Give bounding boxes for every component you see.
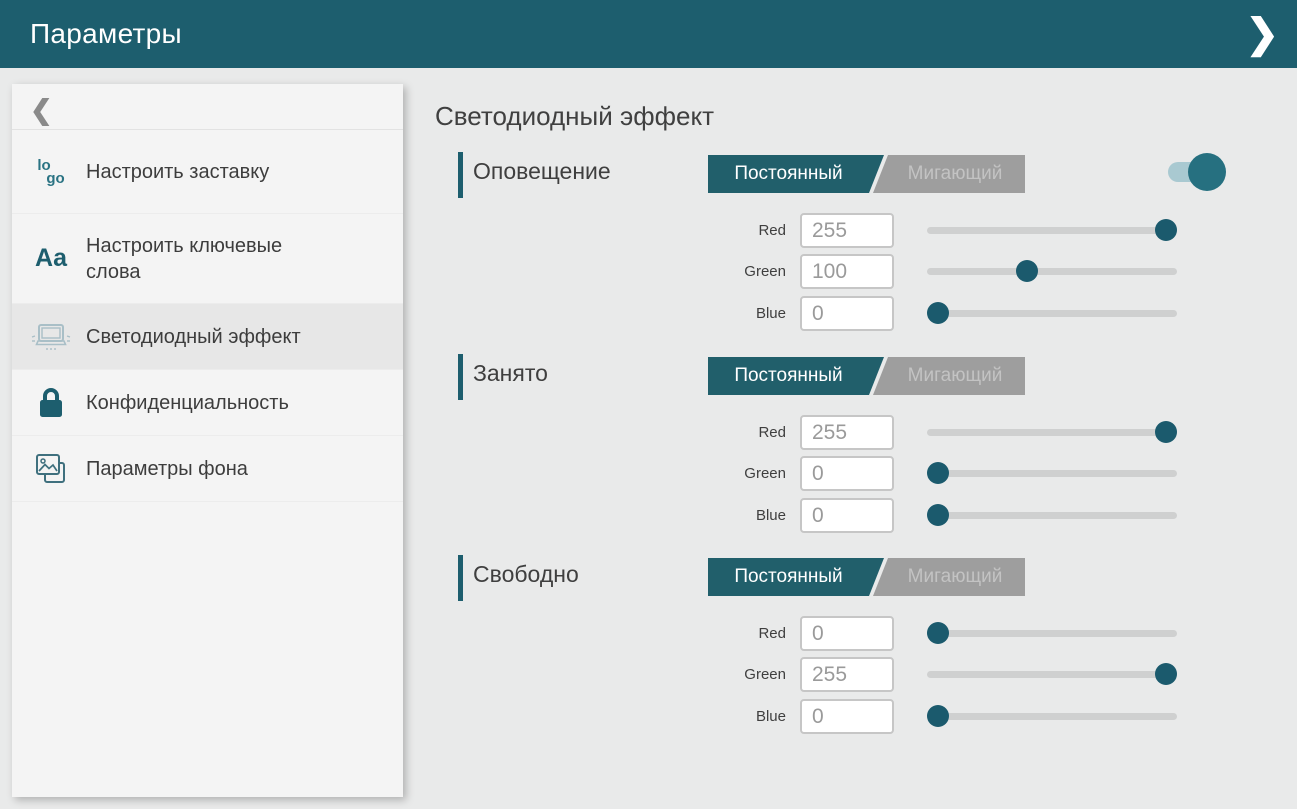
slider-knob[interactable] [927, 302, 949, 324]
green-slider[interactable] [927, 254, 1177, 289]
red-slider[interactable] [927, 213, 1177, 248]
rgb-row-red: Red [708, 213, 1177, 248]
blue-value-input[interactable] [800, 699, 894, 734]
green-slider[interactable] [927, 657, 1177, 692]
blue-label: Blue [708, 507, 800, 524]
sidebar-item-label: Параметры фона [86, 456, 248, 482]
rgb-row-green: Green [708, 657, 1177, 692]
green-slider[interactable] [927, 456, 1177, 491]
section-notification: Оповещение Постоянный Мигающий Red Green… [458, 150, 1228, 350]
sidebar-back-row[interactable]: ❮ [12, 84, 403, 130]
rgb-row-blue: Blue [708, 699, 1177, 734]
blue-label: Blue [708, 708, 800, 725]
led-display-icon [28, 321, 74, 353]
settings-sidebar: ❮ lo go Настроить заставку Aa Настроить … [12, 84, 403, 797]
slider-knob[interactable] [927, 462, 949, 484]
sidebar-item-label: Конфиденциальность [86, 390, 289, 416]
slider-knob[interactable] [927, 504, 949, 526]
red-label: Red [708, 222, 800, 239]
sidebar-item-label: Светодиодный эффект [86, 324, 301, 350]
sidebar-item-label: Настроить ключевые слова [86, 233, 341, 285]
mode-segmented-control: Постоянный Мигающий [708, 357, 1025, 395]
sidebar-item-privacy[interactable]: Конфиденциальность [12, 370, 403, 436]
rgb-row-blue: Blue [708, 296, 1177, 331]
green-label: Green [708, 263, 800, 280]
mode-constant-button[interactable]: Постоянный [708, 357, 884, 395]
section-label: Занято [473, 360, 548, 387]
main-title: Светодиодный эффект [435, 101, 714, 132]
slider-knob[interactable] [927, 622, 949, 644]
red-label: Red [708, 424, 800, 441]
red-label: Red [708, 625, 800, 642]
back-chevron-icon[interactable]: ❮ [30, 95, 53, 126]
section-label: Оповещение [473, 158, 611, 185]
mode-constant-button[interactable]: Постоянный [708, 558, 884, 596]
mode-blinking-button[interactable]: Мигающий [873, 155, 1025, 193]
slider-knob[interactable] [1155, 421, 1177, 443]
section-label: Свободно [473, 561, 579, 588]
sidebar-item-background[interactable]: Параметры фона [12, 436, 403, 502]
slider-track[interactable] [927, 713, 1177, 720]
blue-label: Blue [708, 305, 800, 322]
slider-knob[interactable] [1016, 260, 1038, 282]
slider-track[interactable] [927, 512, 1177, 519]
slider-track[interactable] [927, 310, 1177, 317]
green-value-input[interactable] [800, 254, 894, 289]
app-header: Параметры ❯ [0, 0, 1297, 68]
red-value-input[interactable] [800, 213, 894, 248]
rgb-row-red: Red [708, 415, 1177, 450]
slider-knob[interactable] [1155, 663, 1177, 685]
slider-track[interactable] [927, 227, 1177, 234]
slider-track[interactable] [927, 671, 1177, 678]
section-free: Свободно Постоянный Мигающий Red Green B… [458, 553, 1228, 753]
section-accent-bar [458, 555, 463, 601]
blue-value-input[interactable] [800, 296, 894, 331]
rgb-row-blue: Blue [708, 498, 1177, 533]
green-value-input[interactable] [800, 657, 894, 692]
slider-track[interactable] [927, 429, 1177, 436]
red-value-input[interactable] [800, 616, 894, 651]
mode-segmented-control: Постоянный Мигающий [708, 155, 1025, 193]
slider-track[interactable] [927, 268, 1177, 275]
sidebar-item-splash-screen[interactable]: lo go Настроить заставку [12, 130, 403, 214]
rgb-row-green: Green [708, 456, 1177, 491]
blue-slider[interactable] [927, 296, 1177, 331]
red-slider[interactable] [927, 616, 1177, 651]
mode-blinking-button[interactable]: Мигающий [873, 357, 1025, 395]
section-busy: Занято Постоянный Мигающий Red Green Blu… [458, 352, 1228, 552]
toggle-knob[interactable] [1188, 153, 1226, 191]
green-label: Green [708, 666, 800, 683]
green-label: Green [708, 465, 800, 482]
green-value-input[interactable] [800, 456, 894, 491]
sidebar-item-label: Настроить заставку [86, 159, 269, 185]
sidebar-item-led-effect[interactable]: Светодиодный эффект [12, 304, 403, 370]
blue-slider[interactable] [927, 699, 1177, 734]
logo-icon: lo go [28, 159, 74, 185]
blue-value-input[interactable] [800, 498, 894, 533]
logo-icon-line2: go [46, 172, 64, 185]
slider-knob[interactable] [927, 705, 949, 727]
slider-track[interactable] [927, 630, 1177, 637]
rgb-row-green: Green [708, 254, 1177, 289]
slider-track[interactable] [927, 470, 1177, 477]
notification-toggle-switch[interactable] [1168, 153, 1226, 191]
background-images-icon [28, 451, 74, 487]
red-value-input[interactable] [800, 415, 894, 450]
section-accent-bar [458, 354, 463, 400]
mode-blinking-button[interactable]: Мигающий [873, 558, 1025, 596]
page-title: Параметры [30, 18, 182, 50]
red-slider[interactable] [927, 415, 1177, 450]
forward-chevron-icon[interactable]: ❯ [1245, 10, 1279, 58]
blue-slider[interactable] [927, 498, 1177, 533]
slider-knob[interactable] [1155, 219, 1177, 241]
sidebar-item-keywords[interactable]: Aa Настроить ключевые слова [12, 214, 403, 304]
mode-segmented-control: Постоянный Мигающий [708, 558, 1025, 596]
lock-icon [28, 386, 74, 420]
section-accent-bar [458, 152, 463, 198]
rgb-row-red: Red [708, 616, 1177, 651]
mode-constant-button[interactable]: Постоянный [708, 155, 884, 193]
text-aa-icon: Aa [28, 244, 74, 273]
